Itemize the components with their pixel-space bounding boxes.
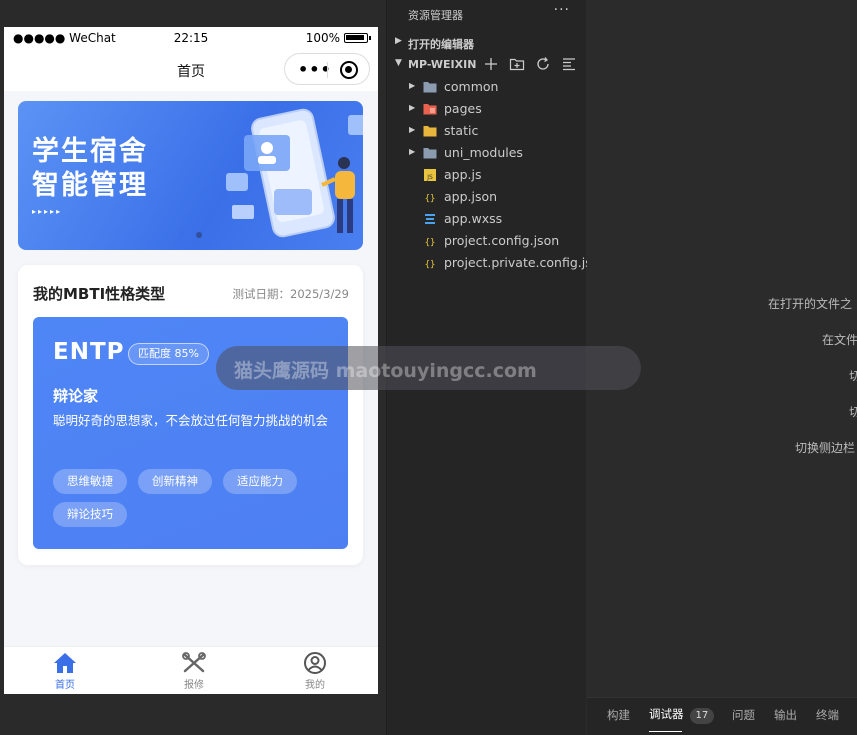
tab-home[interactable]: 首页: [35, 652, 95, 691]
banner-carousel[interactable]: 学生宿舍 智能管理 ▸▸▸▸▸: [18, 101, 363, 250]
trait-tags: 思维敏捷 创新精神 适应能力 辩论技巧: [53, 469, 333, 527]
trait-tag: 创新精神: [138, 469, 212, 494]
status-bar: ●●●●● WeChat 22:15 100%: [4, 27, 378, 49]
capsule-menu: •••: [284, 53, 370, 85]
shortcut-hint: 切: [849, 369, 857, 383]
project-section[interactable]: ▼ MP-WEIXIN: [387, 54, 587, 76]
tab-terminal[interactable]: 终端: [816, 707, 839, 723]
json-file-icon: {}: [425, 260, 436, 270]
trait-tag: 思维敏捷: [53, 469, 127, 494]
nav-bar: 首页 •••: [4, 49, 378, 91]
tree-item-app-js[interactable]: JS app.js: [387, 164, 587, 186]
test-date: 测试日期：2025/3/29: [232, 287, 349, 301]
tab-debugger[interactable]: 调试器 17: [649, 706, 715, 724]
open-editors-section[interactable]: ▶ 打开的编辑器: [387, 32, 587, 54]
folder-icon: [423, 148, 437, 159]
project-label: MP-WEIXIN: [408, 58, 477, 71]
shortcut-hint: 在打开的文件之: [768, 297, 853, 311]
battery-icon: [344, 33, 371, 43]
js-file-icon: JS: [424, 169, 436, 181]
chevron-right-icon: ▶: [409, 147, 416, 156]
explorer-title: 资源管理器: [408, 9, 463, 22]
collapse-all-icon[interactable]: [561, 56, 577, 72]
tree-item-app-wxss[interactable]: app.wxss: [387, 208, 587, 230]
shortcut-hint: 在文件: [822, 333, 857, 347]
svg-text:JS: JS: [426, 174, 433, 181]
tab-mine[interactable]: 我的: [285, 652, 345, 691]
panel-tabs: 构建 调试器 17 问题 输出 终端: [587, 697, 857, 735]
tab-repair-label: 报修: [184, 680, 204, 691]
watermark-text: 猫头鹰源码 maotouyingcc.com: [234, 360, 537, 382]
close-miniprogram-icon[interactable]: [340, 61, 358, 79]
tab-bar: 首页 报修 我的: [4, 646, 378, 694]
tree-item-pages[interactable]: ▶ pages: [387, 98, 587, 120]
refresh-icon[interactable]: [535, 56, 551, 72]
tab-build[interactable]: 构建: [607, 707, 630, 723]
battery-percent: 100%: [305, 31, 340, 45]
mbti-description: 聪明好奇的思想家，不会放过任何智力挑战的机会: [53, 413, 329, 428]
folder-icon: [423, 126, 437, 137]
mbti-type: ENTP: [53, 339, 125, 365]
tab-mine-label: 我的: [305, 680, 325, 691]
carousel-dot-1[interactable]: [178, 232, 185, 238]
tree-item-app-json[interactable]: {} app.json: [387, 186, 587, 208]
tree-item-uni-modules[interactable]: ▶ uni_modules: [387, 142, 587, 164]
tree-item-static[interactable]: ▶ static: [387, 120, 587, 142]
svg-text:{}: {}: [425, 260, 436, 270]
tab-home-label: 首页: [55, 680, 75, 691]
json-file-icon: {}: [425, 238, 436, 248]
watermark: 猫头鹰源码 maotouyingcc.com: [216, 346, 641, 390]
trait-tag: 适应能力: [223, 469, 297, 494]
svg-text:{}: {}: [425, 194, 436, 204]
folder-icon: [423, 82, 437, 93]
mbti-name: 辩论家: [53, 387, 99, 405]
debugger-count-badge: 17: [689, 708, 715, 724]
match-badge: 匹配度 85%: [128, 343, 209, 365]
tab-repair[interactable]: 报修: [164, 652, 224, 691]
explorer-more-button[interactable]: ···: [554, 2, 570, 18]
shortcut-hint: 切换侧边栏: [795, 441, 856, 455]
tab-debugger-label: 调试器: [649, 707, 684, 721]
pages-folder-icon: [423, 104, 437, 115]
mbti-card-title: 我的MBTI性格类型: [33, 285, 166, 303]
tab-output[interactable]: 输出: [774, 707, 797, 723]
home-icon: [54, 653, 76, 673]
new-file-icon[interactable]: [483, 56, 499, 72]
tree-item-common[interactable]: ▶ common: [387, 76, 587, 98]
mbti-card: 我的MBTI性格类型 测试日期：2025/3/29 ENTP 匹配度 85% 辩…: [18, 265, 363, 565]
banner-line2: 智能管理: [32, 170, 148, 201]
carousel-dot-2[interactable]: [196, 232, 203, 238]
chevron-right-icon: ▶: [409, 125, 416, 134]
banner-line1: 学生宿舍: [32, 136, 148, 167]
svg-text:{}: {}: [425, 238, 436, 248]
tree-item-project-private-config[interactable]: {} project.private.config.js...: [387, 252, 604, 274]
chevron-right-icon: ▶: [409, 103, 416, 112]
shortcut-hint: 切: [849, 405, 857, 419]
wrench-icon: [182, 652, 206, 673]
open-editors-label: 打开的编辑器: [408, 38, 474, 51]
tab-problems[interactable]: 问题: [732, 707, 755, 723]
user-icon: [304, 652, 326, 674]
chevron-right-icon: ▶: [395, 36, 402, 46]
chevron-right-icon: ▶: [409, 81, 416, 90]
carousel-indicator: [18, 223, 363, 242]
new-folder-icon[interactable]: [509, 56, 525, 72]
tree-item-project-config[interactable]: {} project.config.json: [387, 230, 587, 252]
css-file-icon: [425, 214, 435, 224]
banner-arrows: ▸▸▸▸▸: [32, 207, 63, 216]
chevron-down-icon: ▼: [395, 58, 402, 68]
trait-tag: 辩论技巧: [53, 502, 127, 527]
json-file-icon: {}: [425, 194, 436, 204]
